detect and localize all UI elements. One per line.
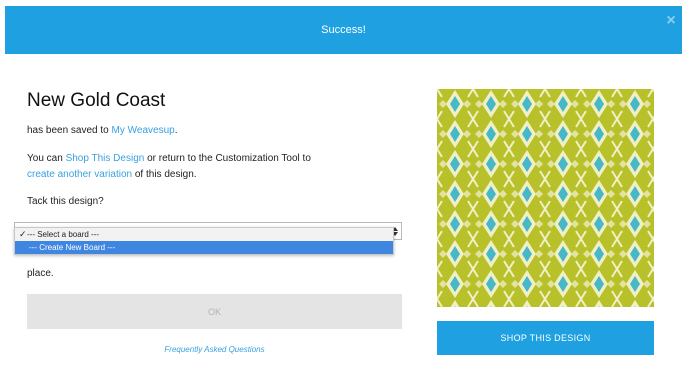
my-weavesup-link[interactable]: My Weavesup: [112, 125, 175, 136]
tack-question: Tack this design?: [27, 196, 104, 207]
design-title: New Gold Coast: [27, 90, 166, 111]
faq-link[interactable]: Frequently Asked Questions: [27, 345, 402, 354]
success-header: Success!: [5, 6, 682, 54]
shop-this-design-link[interactable]: Shop This Design: [66, 153, 145, 164]
board-dropdown[interactable]: ✓--- Select a board --- --- Create New B…: [14, 227, 394, 255]
close-icon[interactable]: ×: [664, 13, 678, 29]
checkmark-icon: ✓: [19, 229, 27, 239]
variation-message: create another variation of this design.: [27, 169, 197, 180]
create-variation-link[interactable]: create another variation: [27, 169, 132, 180]
board-option-create-new[interactable]: --- Create New Board ---: [15, 241, 393, 254]
saved-message: has been saved to My Weavesup.: [27, 125, 178, 136]
trailing-text: place.: [27, 268, 54, 279]
design-pattern-image: [437, 89, 654, 307]
ok-button[interactable]: OK: [27, 294, 402, 329]
you-can-message: You can Shop This Design or return to th…: [27, 153, 311, 164]
shop-this-design-button[interactable]: SHOP THIS DESIGN: [437, 321, 654, 355]
header-title: Success!: [321, 24, 366, 36]
board-option-select[interactable]: ✓--- Select a board ---: [15, 228, 393, 241]
